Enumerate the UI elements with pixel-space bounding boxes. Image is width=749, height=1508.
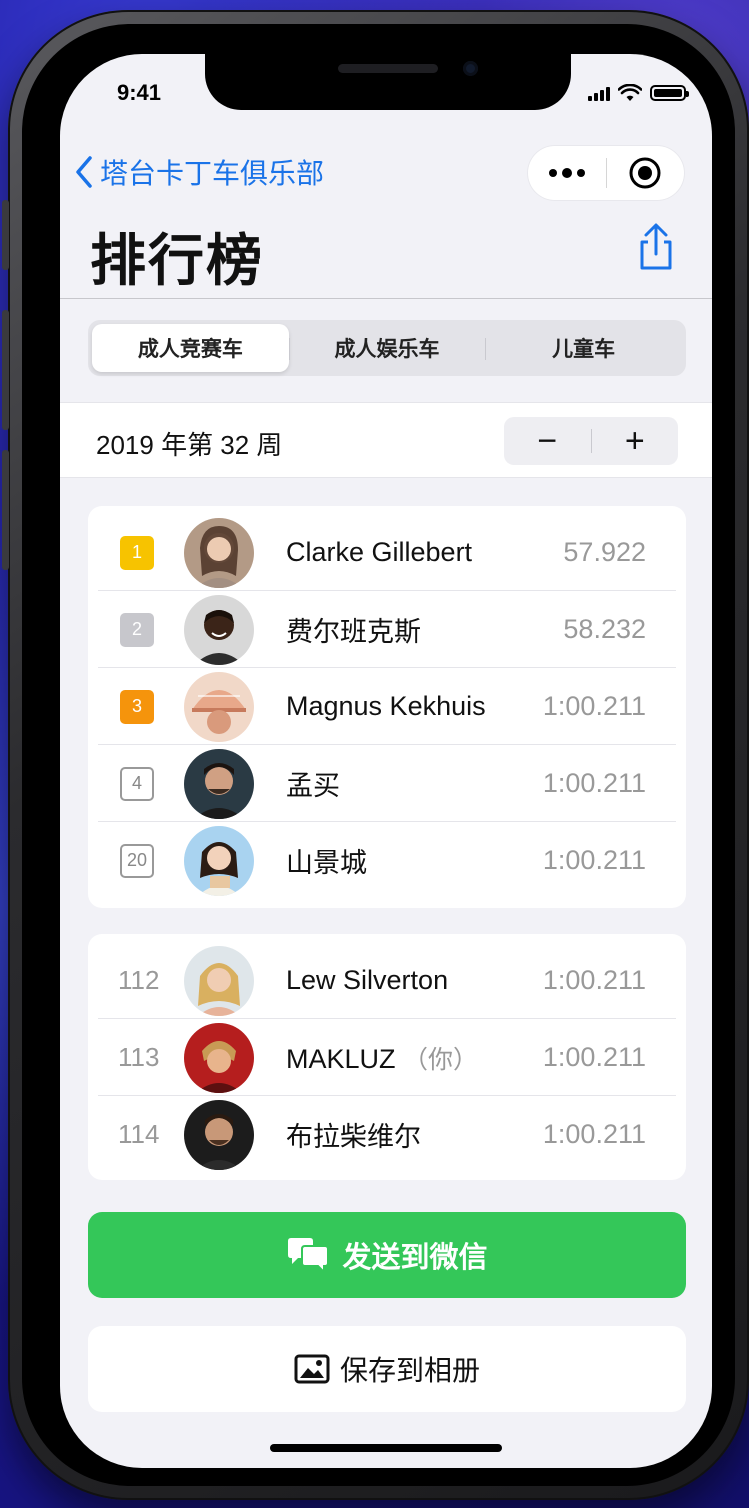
header-separator bbox=[60, 298, 712, 299]
leaderboard-row[interactable]: 112 Lew Silverton 1:00.211 bbox=[88, 942, 686, 1019]
share-icon bbox=[640, 223, 672, 270]
lap-time: 1:00.211 bbox=[542, 1042, 646, 1072]
tab-label: 成人竞赛车 bbox=[137, 338, 243, 361]
lap-time: 1:00.211 bbox=[542, 965, 646, 995]
avatar bbox=[184, 748, 254, 819]
leaderboard-row-self[interactable]: 113 MAKLUZ （你） 1:00.211 bbox=[88, 1019, 686, 1096]
racer-name: MAKLUZ （你） bbox=[286, 1040, 478, 1076]
rank-badge: 20 bbox=[120, 843, 154, 878]
rank-badge: 2 bbox=[120, 612, 154, 647]
previous-week-button[interactable]: − bbox=[504, 417, 591, 465]
mini-program-nav: 塔台卡丁车俱乐部 bbox=[60, 146, 712, 206]
header: 排行榜 bbox=[60, 210, 712, 300]
week-stepper: − + bbox=[504, 417, 678, 465]
avatar bbox=[184, 1099, 254, 1170]
avatar bbox=[184, 594, 254, 665]
more-button[interactable] bbox=[528, 146, 606, 200]
lap-time: 58.232 bbox=[563, 614, 646, 644]
chevron-left-icon bbox=[76, 156, 92, 188]
week-selector: 2019 年第 32 周 − + bbox=[60, 402, 712, 478]
avatar bbox=[184, 825, 254, 896]
status-icons bbox=[588, 84, 689, 102]
send-to-wechat-button[interactable]: 发送到微信 bbox=[88, 1212, 686, 1298]
rank-badge: 1 bbox=[120, 535, 154, 570]
mute-switch bbox=[2, 200, 9, 270]
racer-name: 山景城 bbox=[286, 848, 367, 878]
category-segmented-control: 成人竞赛车 成人娱乐车 儿童车 bbox=[88, 320, 686, 376]
racer-name: Lew Silverton bbox=[286, 965, 449, 995]
racer-name: 孟买 bbox=[286, 771, 340, 801]
leaderboard-row[interactable]: 20 山景城 1:00.211 bbox=[88, 822, 686, 899]
leaderboard-row[interactable]: 4 孟买 1:00.211 bbox=[88, 745, 686, 822]
avatar bbox=[184, 945, 254, 1016]
rank-number: 113 bbox=[118, 1042, 160, 1072]
avatar bbox=[184, 517, 254, 588]
save-to-album-button[interactable]: 保存到相册 bbox=[88, 1326, 686, 1412]
rank-number: 112 bbox=[118, 965, 160, 995]
back-label: 塔台卡丁车俱乐部 bbox=[100, 158, 325, 189]
racer-name: Clarke Gillebert bbox=[286, 537, 473, 567]
status-time: 9:41 bbox=[117, 80, 162, 105]
cellular-signal-icon bbox=[588, 85, 610, 101]
save-button-label: 保存到相册 bbox=[339, 1355, 480, 1386]
lap-time: 1:00.211 bbox=[542, 768, 646, 798]
app-screen: 9:41 塔台卡丁车俱乐部 排行榜 成人竞赛车 成人娱乐车 儿童车 2019 年… bbox=[60, 54, 712, 1468]
avatar bbox=[184, 671, 254, 742]
battery-icon bbox=[650, 85, 689, 101]
lap-time: 1:00.211 bbox=[542, 845, 646, 875]
record-circle-icon bbox=[629, 157, 661, 189]
leaderboard-row[interactable]: 3 Magnus Kekhuis 1:00.211 bbox=[88, 668, 686, 745]
leaderboard-row[interactable]: 2 费尔班克斯 58.232 bbox=[88, 591, 686, 668]
lap-time: 1:00.211 bbox=[542, 1119, 646, 1149]
week-label: 2019 年第 32 周 bbox=[96, 430, 283, 460]
more-dots-icon bbox=[548, 168, 585, 178]
next-week-button[interactable]: + bbox=[592, 417, 679, 465]
tab-label: 成人娱乐车 bbox=[334, 338, 440, 361]
rank-badge: 3 bbox=[120, 689, 154, 724]
capsule-menu bbox=[528, 146, 684, 200]
front-camera bbox=[463, 61, 478, 76]
home-indicator[interactable] bbox=[270, 1444, 502, 1452]
tab-kids[interactable]: 儿童车 bbox=[485, 324, 682, 372]
top-leaderboard-card: 1 Clarke Gillebert 57.922 2 费尔班克斯 58.232… bbox=[88, 506, 686, 908]
notch bbox=[205, 54, 571, 110]
tab-adult-leisure[interactable]: 成人娱乐车 bbox=[288, 324, 486, 372]
lap-time: 1:00.211 bbox=[542, 691, 646, 721]
share-button[interactable] bbox=[634, 222, 678, 272]
page-title: 排行榜 bbox=[90, 229, 264, 292]
self-leaderboard-card: 112 Lew Silverton 1:00.211 113 MAKLUZ （你… bbox=[88, 934, 686, 1180]
racer-name-text: MAKLUZ bbox=[286, 1043, 396, 1074]
tab-label: 儿童车 bbox=[552, 338, 616, 361]
speaker-grille bbox=[338, 64, 438, 73]
rank-badge: 4 bbox=[120, 766, 154, 801]
leaderboard-row[interactable]: 114 布拉柴维尔 1:00.211 bbox=[88, 1096, 686, 1173]
rank-number: 114 bbox=[118, 1119, 160, 1149]
tab-adult-racing[interactable]: 成人竞赛车 bbox=[92, 324, 289, 372]
close-mini-program-button[interactable] bbox=[607, 146, 685, 200]
racer-name: 费尔班克斯 bbox=[286, 617, 421, 647]
racer-name: 布拉柴维尔 bbox=[286, 1122, 421, 1152]
back-button[interactable]: 塔台卡丁车俱乐部 bbox=[74, 152, 324, 192]
volume-up-button bbox=[2, 310, 9, 430]
wechat-button-label: 发送到微信 bbox=[342, 1242, 488, 1274]
avatar bbox=[184, 1022, 254, 1093]
lap-time: 57.922 bbox=[563, 537, 646, 567]
wechat-chat-icon bbox=[288, 1238, 330, 1273]
volume-down-button bbox=[2, 450, 9, 570]
racer-name: Magnus Kekhuis bbox=[286, 691, 486, 721]
leaderboard-row[interactable]: 1 Clarke Gillebert 57.922 bbox=[88, 514, 686, 591]
image-icon bbox=[294, 1354, 330, 1384]
wifi-icon bbox=[618, 84, 642, 101]
you-label: （你） bbox=[403, 1045, 479, 1074]
